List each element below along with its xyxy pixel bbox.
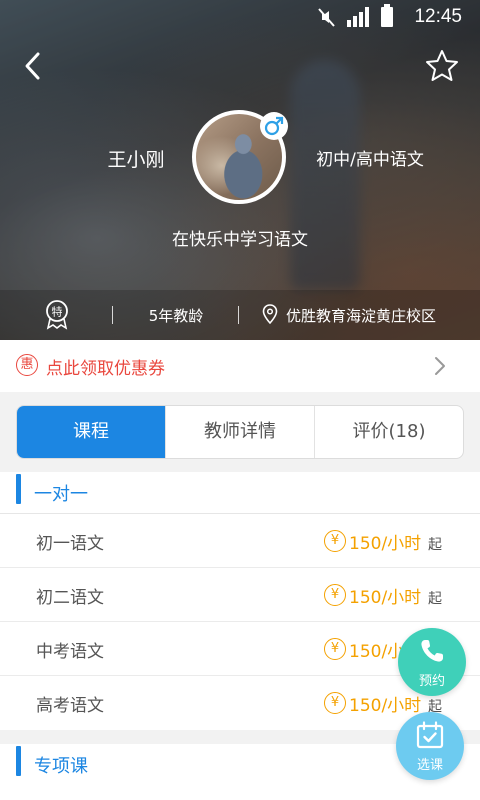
svg-text:特: 特 bbox=[52, 305, 63, 319]
select-course-button[interactable]: 选课 bbox=[396, 712, 464, 780]
course-row[interactable]: 初二语文 ¥ 150/小时 起 bbox=[0, 568, 480, 622]
chevron-left-icon bbox=[25, 52, 40, 80]
teaching-experience: 5年教龄 bbox=[148, 307, 204, 325]
profile-tabs: 课程 教师详情 评价(18) bbox=[16, 405, 464, 459]
course-name: 高考语文 bbox=[36, 696, 104, 716]
tab-courses[interactable]: 课程 bbox=[17, 406, 165, 458]
price-suffix: 起 bbox=[428, 591, 442, 607]
yuan-icon: ¥ bbox=[324, 530, 346, 552]
teacher-profile-page: 12:45 王小刚 初中/高中语文 在快乐中学习语文 特 5年教龄 优胜教育海淀… bbox=[0, 0, 480, 800]
calendar-check-icon bbox=[416, 721, 444, 749]
profile-header: 12:45 王小刚 初中/高中语文 在快乐中学习语文 特 5年教龄 优胜教育海淀… bbox=[0, 0, 480, 340]
yuan-icon: ¥ bbox=[324, 692, 346, 714]
status-time: 12:45 bbox=[414, 6, 462, 27]
teacher-name: 王小刚 bbox=[107, 149, 165, 171]
status-bar: 12:45 bbox=[0, 0, 480, 36]
special-badge: 特 bbox=[42, 298, 72, 330]
coupon-row[interactable]: 惠 点此领取优惠券 bbox=[0, 340, 480, 392]
section-title: 一对一 bbox=[34, 484, 88, 505]
battery-icon bbox=[381, 4, 393, 27]
tab-teacher-details[interactable]: 教师详情 bbox=[165, 406, 314, 458]
section-title: 专项课 bbox=[34, 756, 88, 777]
teacher-info-row: 特 5年教龄 优胜教育海淀黄庄校区 bbox=[0, 298, 480, 334]
favorite-button[interactable] bbox=[424, 48, 460, 84]
yuan-icon: ¥ bbox=[324, 638, 346, 660]
yuan-icon: ¥ bbox=[324, 584, 346, 606]
teacher-subject: 初中/高中语文 bbox=[316, 150, 424, 170]
campus-name: 优胜教育海淀黄庄校区 bbox=[286, 307, 437, 325]
course-name: 初二语文 bbox=[36, 588, 104, 608]
back-button[interactable] bbox=[18, 48, 50, 84]
chevron-right-icon bbox=[434, 356, 446, 376]
star-outline-icon bbox=[426, 50, 458, 81]
course-price: 150/小时 bbox=[349, 588, 422, 608]
price-suffix: 起 bbox=[428, 537, 442, 553]
tab-reviews[interactable]: 评价(18) bbox=[314, 406, 463, 458]
book-label: 预约 bbox=[418, 674, 445, 689]
course-price: 150/小时 bbox=[349, 696, 422, 716]
course-row[interactable]: 初一语文 ¥ 150/小时 起 bbox=[0, 514, 480, 568]
course-name: 中考语文 bbox=[36, 642, 104, 662]
phone-icon bbox=[421, 640, 443, 662]
course-name: 初一语文 bbox=[36, 534, 104, 554]
select-course-label: 选课 bbox=[416, 758, 443, 773]
course-price: 150/小时 bbox=[349, 534, 422, 554]
gender-badge bbox=[260, 112, 288, 140]
book-button[interactable]: 预约 bbox=[398, 628, 466, 696]
course-list: 初一语文 ¥ 150/小时 起 初二语文 ¥ 150/小时 起 中考语文 ¥ 1… bbox=[0, 514, 480, 730]
award-badge-icon: 特 bbox=[46, 300, 68, 330]
male-icon bbox=[264, 116, 284, 136]
teacher-motto: 在快乐中学习语文 bbox=[172, 230, 308, 250]
discount-icon: 惠 bbox=[16, 354, 38, 376]
coupon-text: 点此领取优惠券 bbox=[46, 359, 165, 379]
section-header-one-on-one: 一对一 bbox=[0, 472, 480, 514]
signal-icon bbox=[347, 7, 369, 27]
mute-icon bbox=[318, 8, 335, 27]
location-icon bbox=[262, 304, 278, 325]
